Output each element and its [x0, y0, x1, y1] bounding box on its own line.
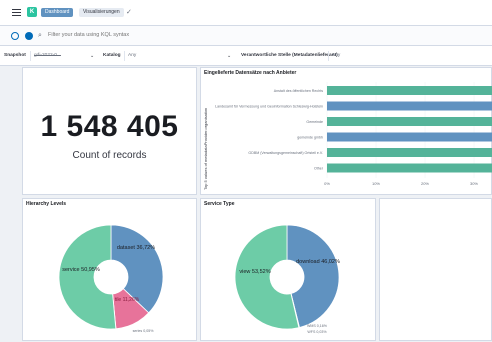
bar-category-label: Landesamt für Vermessung und Geoinformat…: [215, 105, 323, 109]
menu-icon[interactable]: [12, 9, 21, 16]
metric-panel: 1 548 405 Count of records: [22, 67, 197, 195]
bar[interactable]: [327, 163, 492, 173]
hierarchy-panel: Hierarchy Levels dataset 36,72% tile 11,2…: [22, 198, 197, 341]
donut-slice-service[interactable]: [58, 224, 117, 330]
filter-label-katalog: Katalog: [103, 53, 121, 58]
avatar[interactable]: K: [27, 7, 37, 17]
donut-label-download: download 46,02%: [296, 259, 340, 265]
bar[interactable]: [327, 148, 492, 157]
bar-x-tick: 20%: [421, 181, 429, 186]
metric-label: Count of records: [72, 150, 147, 161]
top-bar: K Dashboard Visualisierungen ✓: [0, 0, 492, 26]
filter-label-verantwortliche-stelle: Verantwortliche Stelle (Metadatenliefera…: [241, 53, 338, 58]
filter-label-snapshot: Snapshot: [4, 53, 26, 58]
search-icon: ⌕: [38, 32, 42, 39]
chevron-down-icon[interactable]: ⌄: [227, 51, 231, 61]
filter-select-verantwortliche-stelle[interactable]: Any: [328, 51, 488, 61]
chevron-down-icon[interactable]: ⌄: [90, 51, 94, 61]
donut-label-tile: tile 11,26%: [115, 297, 140, 303]
bar-chart-ylabel: Top 5 values of metadataProvider.organis…: [203, 108, 208, 190]
filter-select-katalog[interactable]: Any: [124, 51, 234, 61]
bar-x-tick: 0%: [324, 181, 330, 186]
metric-value: 1 548 405: [40, 110, 179, 143]
breadcrumb-dashboard[interactable]: Dashboard: [41, 8, 74, 17]
service-donut-chart: download 46,02% WMS 0,16% WFS 0,03% view 53…: [234, 224, 340, 334]
bar-category-label: GDBM (Verwaltungsgemeinschaft) Ortsteil …: [248, 151, 323, 155]
bar-x-tick: 30%: [470, 181, 478, 186]
bar[interactable]: [327, 101, 492, 111]
bar[interactable]: [327, 132, 492, 142]
donut-label-wfs: WFS 0,03%: [307, 330, 327, 334]
bar-category-label: gemeinde gmbh: [297, 136, 323, 140]
bar-category-label: Gemeinde: [306, 120, 323, 124]
bar-x-tick: 10%: [372, 181, 380, 186]
check-icon: ✓: [126, 9, 132, 16]
bar[interactable]: [327, 86, 492, 95]
donut-label-wms: WMS 0,16%: [307, 324, 328, 328]
settings-icon[interactable]: [25, 32, 33, 40]
donut-label-service: service 50,95%: [62, 267, 100, 273]
bar-chart: Top 5 values of metadataProvider.organis…: [203, 82, 492, 190]
service-panel: Service Type download 46,02% WMS 0,16% WFS…: [200, 198, 376, 341]
query-bar: ⌕: [0, 26, 492, 46]
bar-category-label: Other: [314, 167, 324, 171]
bar-chart-panel: Eingelieferte Datensätze nach Anbieter T…: [200, 67, 492, 195]
hierarchy-donut-chart: dataset 36,72% tile 11,26% series 0,05% ser…: [58, 224, 164, 333]
donut-label-view: view 53,52%: [239, 269, 270, 275]
breadcrumb-visualisierungen[interactable]: Visualisierungen: [79, 8, 124, 17]
search-input[interactable]: [48, 30, 488, 41]
donut-label-series: series 0,05%: [133, 329, 155, 333]
refresh-icon[interactable]: [11, 32, 19, 40]
filter-bar: Snapshot gdi-2022-0... ⌄ Katalog Any ⌄ V…: [0, 46, 492, 66]
filter-select-snapshot[interactable]: gdi-2022-0...: [30, 51, 96, 61]
empty-panel: [379, 198, 492, 341]
bar[interactable]: [327, 117, 492, 126]
bar-category-label: Anstalt des öffentlichen Rechts: [274, 89, 323, 93]
donut-label-dataset: dataset 36,72%: [117, 245, 155, 251]
